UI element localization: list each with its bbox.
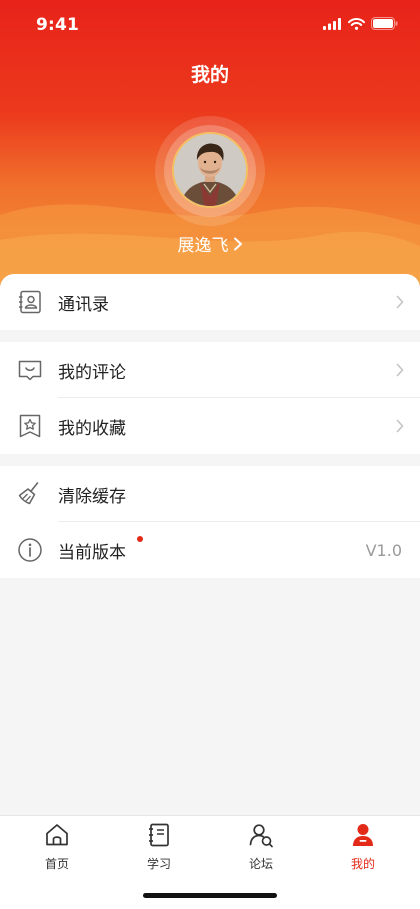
wifi-icon xyxy=(348,17,365,30)
avatar-photo xyxy=(174,134,246,206)
favorites-icon xyxy=(19,414,41,438)
avatar[interactable] xyxy=(172,132,248,208)
menu-group: 通讯录 xyxy=(0,274,420,330)
chevron-right-icon xyxy=(233,237,242,250)
update-badge-dot xyxy=(137,536,143,542)
menu-item-label: 我的收藏 xyxy=(58,418,126,439)
status-time: 9:41 xyxy=(36,15,80,35)
version-value: V1.0 xyxy=(365,540,402,560)
tab-label: 我的 xyxy=(350,857,375,871)
status-bar: 9:41 xyxy=(0,0,420,50)
tab-study[interactable]: 学习 xyxy=(107,822,211,878)
menu-item-label: 通讯录 xyxy=(58,294,109,315)
menu-group: 我的评论 我的收藏 xyxy=(0,342,420,454)
home-indicator xyxy=(143,893,277,898)
tab-mine[interactable]: 我的 xyxy=(311,822,415,878)
chevron-right-icon xyxy=(396,363,404,377)
tab-forum[interactable]: 论坛 xyxy=(209,822,313,878)
menu-item-current-version[interactable]: 当前版本 V1.0 xyxy=(0,522,420,578)
menu-group: 清除缓存 当前版本 V1.0 xyxy=(0,466,420,578)
tab-label: 首页 xyxy=(44,857,69,871)
menu-item-clear-cache[interactable]: 清除缓存 xyxy=(0,466,420,522)
info-icon xyxy=(18,538,42,562)
menu-item-contacts[interactable]: 通讯录 xyxy=(0,274,420,330)
battery-icon xyxy=(371,17,398,30)
home-icon xyxy=(46,824,68,846)
chevron-right-icon xyxy=(396,419,404,433)
menu-item-label: 清除缓存 xyxy=(58,486,126,507)
page-title: 我的 xyxy=(190,64,229,86)
menu-item-my-favorites[interactable]: 我的收藏 xyxy=(0,398,420,454)
menu-item-label: 我的评论 xyxy=(58,362,126,383)
tab-label: 论坛 xyxy=(248,857,273,871)
contacts-icon xyxy=(19,290,41,314)
chevron-right-icon xyxy=(396,295,404,309)
forum-icon xyxy=(249,824,273,848)
tab-home[interactable]: 首页 xyxy=(5,822,109,878)
settings-menu: 通讯录 我的评论 我的收藏 清除缓存 当前版本 V1.0 xyxy=(0,274,420,578)
user-icon xyxy=(353,824,373,846)
menu-item-label: 当前版本 xyxy=(58,542,126,563)
menu-item-my-comments[interactable]: 我的评论 xyxy=(0,342,420,398)
notebook-icon xyxy=(149,823,169,847)
tab-label: 学习 xyxy=(146,857,171,871)
cellular-signal-icon xyxy=(323,17,341,30)
broom-icon xyxy=(18,482,39,505)
profile-header: 9:41 我的 展逸飞 xyxy=(0,0,420,300)
user-name: 展逸飞 xyxy=(177,236,229,256)
comment-icon xyxy=(18,360,42,381)
user-name-link[interactable]: 展逸飞 xyxy=(0,231,420,256)
status-icons xyxy=(323,17,398,30)
